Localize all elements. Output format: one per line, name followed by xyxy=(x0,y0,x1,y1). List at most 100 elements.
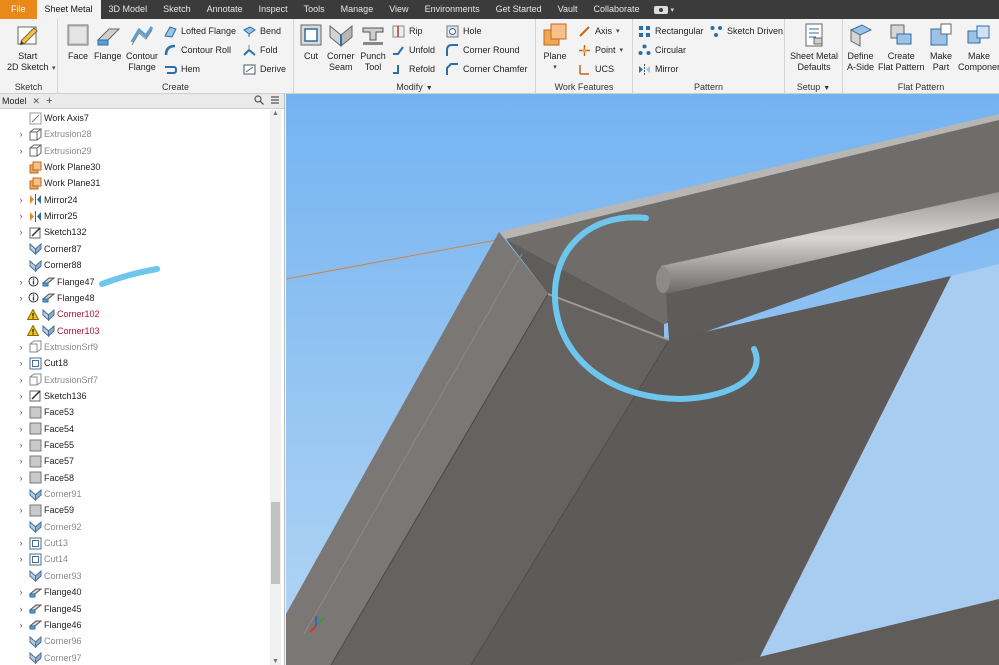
bend-button[interactable]: Bend xyxy=(243,23,281,39)
modify-panel-title[interactable]: Modify ▼ xyxy=(294,82,535,92)
browser-node[interactable]: › Face54 xyxy=(0,421,74,437)
corner-round-button[interactable]: Corner Round xyxy=(446,42,520,58)
graphics-viewport[interactable] xyxy=(286,94,999,665)
expand-arrow-icon[interactable]: › xyxy=(16,456,26,466)
ucs-button[interactable]: UCS xyxy=(578,61,614,77)
expand-arrow-icon[interactable]: › xyxy=(16,195,26,205)
expand-arrow-icon[interactable]: › xyxy=(16,358,26,368)
expand-arrow-icon[interactable]: › xyxy=(16,538,26,548)
mirror-button[interactable]: Mirror xyxy=(638,61,679,77)
browser-node[interactable]: ›Corner92 xyxy=(0,519,82,535)
circular-pattern-button[interactable]: Circular xyxy=(638,42,686,58)
corner-seam-button[interactable]: Corner Seam xyxy=(327,22,355,73)
browser-node[interactable]: › Face59 xyxy=(0,502,74,518)
browser-node[interactable]: ›Work Plane31 xyxy=(0,175,100,191)
create-flat-pattern-button[interactable]: Create Flat Pattern xyxy=(878,22,925,73)
browser-node[interactable]: ›Corner102 xyxy=(0,306,100,322)
sheet-metal-defaults-button[interactable]: Sheet Metal Defaults xyxy=(790,22,838,73)
expand-arrow-icon[interactable]: › xyxy=(16,293,26,303)
scroll-up-icon[interactable]: ▲ xyxy=(270,110,281,117)
make-part-button[interactable]: Make Part xyxy=(928,22,954,73)
browser-node[interactable]: › ExtrusionSrf7 xyxy=(0,372,98,388)
lofted-flange-button[interactable]: Lofted Flange xyxy=(164,23,236,39)
expand-arrow-icon[interactable]: › xyxy=(16,407,26,417)
tab-tools[interactable]: Tools xyxy=(296,0,333,19)
browser-node[interactable]: › Flange45 xyxy=(0,601,82,617)
browser-node[interactable]: › Face55 xyxy=(0,437,74,453)
expand-arrow-icon[interactable]: › xyxy=(16,146,26,156)
tab-file[interactable]: File xyxy=(0,0,37,19)
setup-panel-title[interactable]: Setup ▼ xyxy=(785,82,842,92)
browser-node[interactable]: › Face58 xyxy=(0,470,74,486)
tab-collaborate[interactable]: Collaborate xyxy=(585,0,647,19)
expand-arrow-icon[interactable]: › xyxy=(16,277,26,287)
search-icon[interactable] xyxy=(254,95,264,107)
browser-node[interactable]: ›Corner103 xyxy=(0,323,100,339)
expand-arrow-icon[interactable]: › xyxy=(16,391,26,401)
hole-button[interactable]: Hole xyxy=(446,23,482,39)
browser-node[interactable]: ›Work Plane30 xyxy=(0,159,100,175)
tab-view[interactable]: View xyxy=(381,0,416,19)
expand-arrow-icon[interactable]: › xyxy=(16,620,26,630)
browser-node[interactable]: › Mirror24 xyxy=(0,192,78,208)
chevron-down-icon[interactable]: ▾ xyxy=(553,62,557,73)
expand-arrow-icon[interactable]: › xyxy=(16,342,26,352)
tab-3d-model[interactable]: 3D Model xyxy=(101,0,156,19)
browser-node[interactable]: ›Corner91 xyxy=(0,486,82,502)
browser-node[interactable]: › Face57 xyxy=(0,453,74,469)
make-components-button[interactable]: Make Componer xyxy=(958,22,999,73)
point-button[interactable]: Point ▾ xyxy=(578,42,623,58)
camera-menu[interactable]: ▾ xyxy=(653,0,674,19)
browser-node[interactable]: › Sketch132 xyxy=(0,224,87,240)
hem-button[interactable]: Hem xyxy=(164,61,200,77)
browser-node[interactable]: ›Work Axis7 xyxy=(0,110,89,126)
tab-inspect[interactable]: Inspect xyxy=(251,0,296,19)
expand-arrow-icon[interactable]: › xyxy=(16,211,26,221)
browser-scrollbar[interactable]: ▲ ▼ xyxy=(270,110,281,665)
browser-node[interactable]: ›Corner88 xyxy=(0,257,82,273)
define-a-side-button[interactable]: Define A-Side xyxy=(847,22,874,73)
scroll-down-icon[interactable]: ▼ xyxy=(270,658,281,665)
close-icon[interactable]: ✕ xyxy=(33,96,41,107)
browser-node[interactable]: › Cut14 xyxy=(0,551,68,567)
rectangular-pattern-button[interactable]: Rectangular xyxy=(638,23,704,39)
flange-button[interactable]: Flange xyxy=(94,22,122,62)
cut-button[interactable]: Cut xyxy=(298,22,324,62)
expand-arrow-icon[interactable]: › xyxy=(16,604,26,614)
menu-icon[interactable] xyxy=(270,95,280,107)
expand-arrow-icon[interactable]: › xyxy=(16,554,26,564)
tab-manage[interactable]: Manage xyxy=(333,0,382,19)
browser-node[interactable]: ›Corner96 xyxy=(0,633,82,649)
chevron-down-icon[interactable]: ▾ xyxy=(620,46,624,54)
unfold-button[interactable]: Unfold xyxy=(392,42,435,58)
expand-arrow-icon[interactable]: › xyxy=(16,440,26,450)
axis-button[interactable]: Axis ▾ xyxy=(578,23,620,39)
plane-button[interactable]: Plane ▾ xyxy=(542,22,568,73)
browser-node[interactable]: › Extrusion28 xyxy=(0,126,92,142)
browser-node[interactable]: ›Corner97 xyxy=(0,650,82,665)
browser-node[interactable]: ›Corner93 xyxy=(0,568,82,584)
tab-annotate[interactable]: Annotate xyxy=(199,0,251,19)
model-view[interactable] xyxy=(286,94,999,665)
expand-arrow-icon[interactable]: › xyxy=(16,587,26,597)
browser-node[interactable]: › Face53 xyxy=(0,404,74,420)
punch-tool-button[interactable]: Punch Tool xyxy=(360,22,386,73)
expand-arrow-icon[interactable]: › xyxy=(16,424,26,434)
expand-arrow-icon[interactable]: › xyxy=(16,227,26,237)
tab-sheet-metal[interactable]: Sheet Metal xyxy=(36,0,101,19)
expand-arrow-icon[interactable]: › xyxy=(16,129,26,139)
add-tab-icon[interactable]: + xyxy=(46,95,52,107)
browser-node[interactable]: › Cut13 xyxy=(0,535,68,551)
face-button[interactable]: Face xyxy=(65,22,91,62)
sketch-driven-pattern-button[interactable]: Sketch Driven xyxy=(710,23,783,39)
refold-button[interactable]: Refold xyxy=(392,61,435,77)
tab-model[interactable]: Model xyxy=(2,96,27,106)
tab-sketch[interactable]: Sketch xyxy=(155,0,199,19)
fold-button[interactable]: Fold xyxy=(243,42,278,58)
tab-get-started[interactable]: Get Started xyxy=(488,0,550,19)
rip-button[interactable]: Rip xyxy=(392,23,423,39)
browser-node[interactable]: › Sketch136 xyxy=(0,388,87,404)
expand-arrow-icon[interactable]: › xyxy=(16,473,26,483)
contour-flange-button[interactable]: Contour Flange xyxy=(126,22,158,73)
browser-node[interactable]: › Flange47 xyxy=(0,274,95,290)
